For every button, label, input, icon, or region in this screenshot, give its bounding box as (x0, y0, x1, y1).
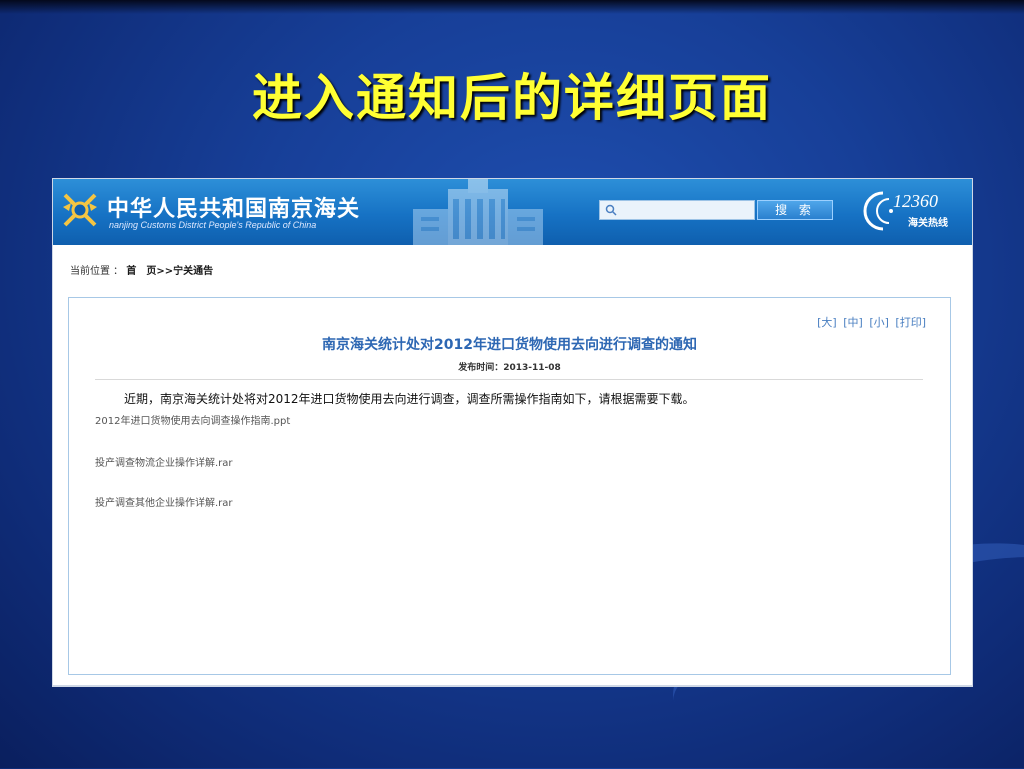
font-size-controls: [大] [中] [小] [打印] (814, 314, 926, 330)
publish-time: 发布时间：2013-11-08 (458, 363, 561, 373)
hotline-number: 12360 (893, 191, 938, 211)
breadcrumb-prefix: 当前位置 ： (70, 266, 124, 277)
screenshot-bottom-line (52, 686, 973, 687)
breadcrumb-separator: >> (156, 266, 174, 277)
attachment-link[interactable]: 投产调查物流企业操作详解.rar (95, 454, 233, 469)
breadcrumb-home-link[interactable]: 首 页 (126, 266, 156, 277)
print-link[interactable]: [打印] (895, 316, 926, 329)
customs-building-image (413, 179, 543, 245)
hotline-label: 海关热线 (908, 218, 948, 229)
font-large-link[interactable]: [大] (817, 316, 837, 329)
attachment-link[interactable]: 2012年进口货物使用去向调查操作指南.ppt (95, 412, 290, 427)
search-icon (605, 204, 617, 216)
breadcrumb: 当前位置 ： 首 页>>宁关通告 (70, 262, 213, 277)
font-small-link[interactable]: [小] (869, 316, 889, 329)
slide-title: 进入通知后的详细页面 (252, 69, 772, 127)
font-medium-link[interactable]: [中] (843, 316, 863, 329)
breadcrumb-current-link[interactable]: 宁关通告 (173, 266, 213, 277)
attachment-link[interactable]: 投产调查其他企业操作详解.rar (95, 494, 233, 509)
site-name-en: nanjing Customs District People's Republ… (109, 220, 317, 230)
search-button[interactable]: 搜 索 (757, 200, 833, 220)
article-panel: [大] [中] [小] [打印] 南京海关统计处对2012年进口货物使用去向进行… (68, 297, 951, 675)
site-name-cn: 中华人民共和国南京海关 (107, 197, 361, 222)
customs-emblem-icon (63, 193, 97, 227)
article-body: 近期，南京海关统计处将对2012年进口货物使用去向进行调查，调查所需操作指南如下… (124, 392, 695, 406)
site-header: 中华人民共和国南京海关 nanjing Customs District Peo… (53, 179, 972, 245)
divider (95, 379, 923, 380)
slide-top-band (0, 0, 1024, 14)
article-title: 南京海关统计处对2012年进口货物使用去向进行调查的通知 (322, 337, 697, 353)
search-input[interactable] (599, 200, 755, 220)
webpage-screenshot: 中华人民共和国南京海关 nanjing Customs District Peo… (52, 178, 973, 686)
